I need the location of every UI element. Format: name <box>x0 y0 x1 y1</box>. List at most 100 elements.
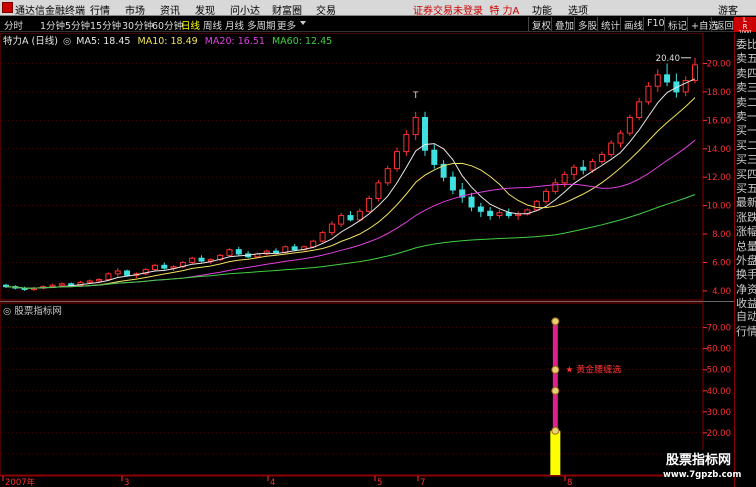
menu-options[interactable]: 选项 <box>568 2 588 17</box>
candle-body <box>319 232 326 242</box>
ma5-label: MA5: 18.45 <box>76 36 131 47</box>
tab-1min[interactable]: 1分钟 <box>40 18 65 32</box>
main-pane-frame <box>0 33 704 301</box>
indicator-toggle-icon[interactable]: ◎ <box>3 306 11 317</box>
tab-multi-period[interactable]: 多周期 <box>247 18 276 32</box>
tab-weekly[interactable]: 周线 <box>203 18 222 32</box>
candle-body <box>226 249 233 256</box>
candle-body <box>347 215 354 221</box>
ma20-label: MA20: 16.51 <box>204 36 265 47</box>
date-label: 8 <box>567 478 572 487</box>
candle <box>543 188 550 205</box>
candle-body <box>124 270 131 276</box>
candle-body <box>449 176 456 191</box>
collapse-icon[interactable]: ◎ <box>63 36 71 47</box>
menu-wealth[interactable]: 财富圈 <box>272 2 302 17</box>
candle-body <box>636 101 643 118</box>
candle <box>235 246 242 256</box>
signal-marker-coin <box>551 426 560 435</box>
candle <box>524 208 531 216</box>
candle-body <box>431 149 438 165</box>
price-tick-label: 20.00 <box>707 59 731 69</box>
guest-login[interactable]: 游客 <box>718 2 738 17</box>
candle <box>263 249 270 256</box>
candle-body <box>366 198 373 212</box>
date-label: 3 <box>124 478 129 487</box>
indicator-tick-label: 70.00 <box>707 324 731 334</box>
candle-body <box>273 250 280 254</box>
price-tick-label: 16.00 <box>707 116 731 126</box>
candle <box>654 69 661 92</box>
menu-news[interactable]: 资讯 <box>160 2 180 17</box>
signal-line <box>552 321 558 431</box>
lr-corner-badge[interactable]: L R 1000 <box>734 17 756 36</box>
panel-toggle-quotes[interactable]: 行情 <box>736 324 756 339</box>
indicator-name: 股票指标网 <box>14 306 62 317</box>
candle-body <box>598 153 605 163</box>
candle-body <box>58 283 65 286</box>
tab-15min[interactable]: 15分钟 <box>90 18 121 32</box>
candle-body <box>487 210 494 217</box>
candle-body <box>68 283 75 286</box>
candle <box>608 140 615 158</box>
candle <box>366 195 373 213</box>
candle <box>161 262 168 270</box>
candle-body <box>570 166 577 175</box>
candle <box>673 73 680 98</box>
candle <box>645 81 652 105</box>
ma5-line <box>5 78 696 289</box>
candle <box>319 231 326 243</box>
candle-body <box>394 151 401 170</box>
candle <box>114 268 121 277</box>
candle-body <box>375 182 382 200</box>
candle <box>459 182 466 203</box>
quote-field-label: 买五 <box>736 182 756 195</box>
more-dropdown-icon[interactable] <box>300 21 306 25</box>
ma-legend: 特力A (日线) ◎ MA5: 18.45 MA10: 18.49 MA20: … <box>0 33 333 47</box>
price-tick-label: 12.00 <box>707 173 731 183</box>
tab-60min[interactable]: 60分钟 <box>152 18 183 32</box>
watermark-url: www.7gpzb.com <box>663 470 742 480</box>
tab-daily[interactable]: 日线 <box>181 18 200 32</box>
candle-body <box>626 116 633 134</box>
candle <box>3 283 9 289</box>
candle <box>496 209 503 219</box>
menu-ask[interactable]: 问小达 <box>230 2 260 17</box>
candle <box>570 164 577 181</box>
tab-intraday[interactable]: 分时 <box>4 18 23 32</box>
login-warning[interactable]: 证券交易未登录 特 力A <box>413 2 519 17</box>
kline-chart[interactable]: 4.00 6.00 8.00 10.00 12.00 14.00 16.00 18.00 20.… <box>0 33 734 487</box>
tab-30min[interactable]: 30分钟 <box>122 18 153 32</box>
menu-market[interactable]: 市场 <box>125 2 145 17</box>
candle <box>468 192 475 212</box>
tab-more[interactable]: 更多 <box>277 18 296 32</box>
peak-marker-label: T <box>412 91 419 101</box>
price-tick-label: 6.00 <box>712 258 731 268</box>
candle-body <box>664 74 671 83</box>
quote-field-label: 买四 <box>736 167 756 181</box>
candle <box>403 130 410 156</box>
menu-bar: 通达信金融终端 行情 市场 资讯 发现 问小达 财富圈 交易 证券交易未登录 特… <box>0 0 756 17</box>
signal-annotation: ★ 黄金腰缠选 <box>565 364 621 376</box>
menu-discover[interactable]: 发现 <box>195 2 215 17</box>
menu-trade[interactable]: 交易 <box>316 2 336 17</box>
candle-body <box>403 134 410 153</box>
candle <box>328 221 335 236</box>
candle <box>226 248 233 257</box>
tab-monthly[interactable]: 月线 <box>225 18 244 32</box>
quote-field-label: 委比 <box>736 38 756 51</box>
quote-field-label: 涨跌 <box>736 210 756 224</box>
candle-body <box>580 166 587 171</box>
candle <box>440 160 447 182</box>
candle-body <box>96 279 103 282</box>
candle <box>515 211 522 220</box>
ma60-label: MA60: 12.45 <box>271 36 333 47</box>
menu-quotes[interactable]: 行情 <box>90 2 110 17</box>
candle <box>375 180 382 202</box>
login-warning-text: 证券交易未登录 <box>413 6 483 17</box>
candle <box>347 211 354 222</box>
ma10-line <box>5 97 696 289</box>
panel-toggle-auto[interactable]: 自动 <box>736 309 756 324</box>
menu-functions[interactable]: 功能 <box>532 2 552 17</box>
tab-5min[interactable]: 5分钟 <box>65 18 90 32</box>
